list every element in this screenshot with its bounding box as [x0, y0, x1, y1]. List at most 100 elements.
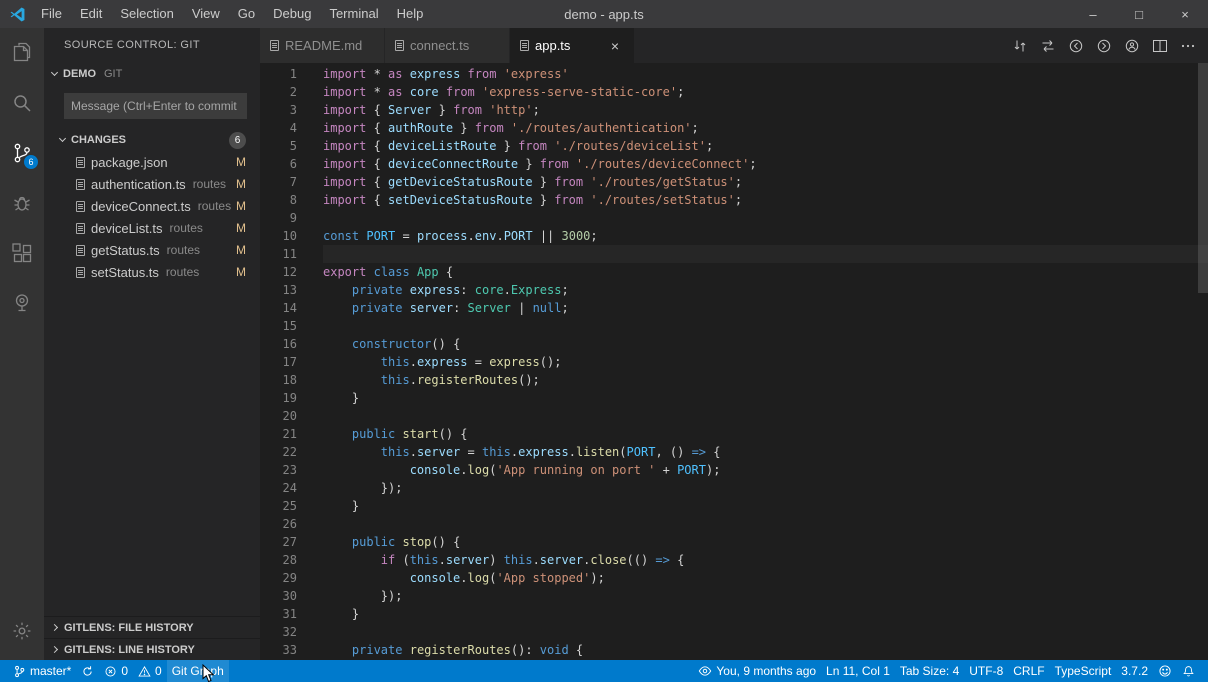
status-0[interactable]: 0: [99, 660, 133, 682]
status-sync[interactable]: [76, 660, 99, 682]
menu-go[interactable]: Go: [229, 0, 264, 28]
code-line-25[interactable]: }: [323, 497, 1208, 515]
chevron-down-icon: [51, 69, 58, 76]
status-git-graph[interactable]: Git Graph: [167, 660, 229, 682]
code-line-17[interactable]: this.express = express();: [323, 353, 1208, 371]
code-line-13[interactable]: private express: core.Express;: [323, 281, 1208, 299]
code-line-32[interactable]: [323, 623, 1208, 641]
code-line-27[interactable]: public stop() {: [323, 533, 1208, 551]
status-0[interactable]: 0: [133, 660, 167, 682]
status-label: UTF-8: [969, 664, 1003, 678]
status-master[interactable]: master*: [8, 660, 76, 682]
code-line-2[interactable]: import * as core from 'express-serve-sta…: [323, 83, 1208, 101]
status-ln-11-col-1[interactable]: Ln 11, Col 1: [821, 660, 895, 682]
code-line-31[interactable]: }: [323, 605, 1208, 623]
code-line-4[interactable]: import { authRoute } from './routes/auth…: [323, 119, 1208, 137]
status-3-7-2[interactable]: 3.7.2: [1116, 660, 1153, 682]
repo-section-header[interactable]: DEMO GIT: [44, 63, 260, 85]
chevron-right-icon: [51, 646, 58, 653]
activity-settings-gear[interactable]: [0, 606, 44, 656]
status-you-9-months-ago[interactable]: You, 9 months ago: [693, 660, 821, 682]
line-number: 19: [260, 389, 297, 407]
menu-help[interactable]: Help: [388, 0, 433, 28]
editor-scrollbar-thumb[interactable]: [1198, 63, 1208, 293]
code-line-19[interactable]: }: [323, 389, 1208, 407]
status-utf-8[interactable]: UTF-8: [964, 660, 1008, 682]
code-line-12[interactable]: export class App {: [323, 263, 1208, 281]
menu-file[interactable]: File: [32, 0, 71, 28]
code-line-30[interactable]: });: [323, 587, 1208, 605]
menu-debug[interactable]: Debug: [264, 0, 320, 28]
code-line-15[interactable]: [323, 317, 1208, 335]
code-line-28[interactable]: if (this.server) this.server.close(() =>…: [323, 551, 1208, 569]
activity-gitlens[interactable]: [0, 278, 44, 328]
code-line-7[interactable]: import { getDeviceStatusRoute } from './…: [323, 173, 1208, 191]
next-change-button[interactable]: [1090, 28, 1118, 63]
tab-app-ts[interactable]: app.ts×: [510, 28, 635, 63]
warning-icon: [138, 665, 151, 678]
commit-message-input[interactable]: [64, 93, 247, 119]
changes-section-header[interactable]: CHANGES 6: [44, 129, 260, 151]
status-bell[interactable]: [1177, 660, 1200, 682]
maximize-button[interactable]: □: [1116, 0, 1162, 28]
status-left: master*00Git Graph: [0, 660, 229, 682]
menu-selection[interactable]: Selection: [111, 0, 182, 28]
more-actions-button[interactable]: [1174, 28, 1202, 63]
gitlens-annotate-button[interactable]: [1118, 28, 1146, 63]
code-line-3[interactable]: import { Server } from 'http';: [323, 101, 1208, 119]
scm-status-badge: M: [236, 243, 246, 257]
code-line-14[interactable]: private server: Server | null;: [323, 299, 1208, 317]
tab-close-icon[interactable]: ×: [606, 37, 624, 55]
split-editor-button[interactable]: [1146, 28, 1174, 63]
code-line-11[interactable]: [323, 245, 1208, 263]
scm-file-getstatus-ts[interactable]: getStatus.tsroutesM: [44, 239, 260, 261]
scm-file-setstatus-ts[interactable]: setStatus.tsroutesM: [44, 261, 260, 283]
code-line-33[interactable]: private registerRoutes(): void {: [323, 641, 1208, 659]
status-label: Ln 11, Col 1: [826, 664, 890, 678]
code-line-24[interactable]: });: [323, 479, 1208, 497]
code-line-21[interactable]: public start() {: [323, 425, 1208, 443]
code-line-9[interactable]: [323, 209, 1208, 227]
code-line-20[interactable]: [323, 407, 1208, 425]
code-line-26[interactable]: [323, 515, 1208, 533]
activity-explorer[interactable]: [0, 28, 44, 78]
menu-view[interactable]: View: [183, 0, 229, 28]
git-compare-button[interactable]: [1006, 28, 1034, 63]
activity-source-control[interactable]: 6: [0, 128, 44, 178]
status-crlf[interactable]: CRLF: [1008, 660, 1049, 682]
open-changes-button[interactable]: [1034, 28, 1062, 63]
tab-readme-md[interactable]: README.md: [260, 28, 385, 63]
status-label: CRLF: [1013, 664, 1044, 678]
status-smiley[interactable]: [1153, 660, 1177, 682]
prev-change-button[interactable]: [1062, 28, 1090, 63]
code-line-29[interactable]: console.log('App stopped');: [323, 569, 1208, 587]
code-line-16[interactable]: constructor() {: [323, 335, 1208, 353]
code-line-22[interactable]: this.server = this.express.listen(PORT, …: [323, 443, 1208, 461]
scm-file-package-json[interactable]: package.jsonM: [44, 151, 260, 173]
code-editor[interactable]: 1234567891011121314151617181920212223242…: [260, 63, 1208, 660]
menu-edit[interactable]: Edit: [71, 0, 111, 28]
code-line-23[interactable]: console.log('App running on port ' + POR…: [323, 461, 1208, 479]
status-typescript[interactable]: TypeScript: [1050, 660, 1117, 682]
minimize-button[interactable]: –: [1070, 0, 1116, 28]
tab-connect-ts[interactable]: connect.ts: [385, 28, 510, 63]
menu-terminal[interactable]: Terminal: [320, 0, 387, 28]
status-tab-size-4[interactable]: Tab Size: 4: [895, 660, 964, 682]
code-line-18[interactable]: this.registerRoutes();: [323, 371, 1208, 389]
code-line-10[interactable]: const PORT = process.env.PORT || 3000;: [323, 227, 1208, 245]
tabs: README.mdconnect.tsapp.ts×: [260, 28, 635, 63]
code-line-6[interactable]: import { deviceConnectRoute } from './ro…: [323, 155, 1208, 173]
activity-extensions[interactable]: [0, 228, 44, 278]
panel-gitlens-file-history[interactable]: GITLENS: FILE HISTORY: [44, 616, 260, 638]
activity-debug[interactable]: [0, 178, 44, 228]
code-line-5[interactable]: import { deviceListRoute } from './route…: [323, 137, 1208, 155]
activity-search[interactable]: [0, 78, 44, 128]
panel-gitlens-line-history[interactable]: GITLENS: LINE HISTORY: [44, 638, 260, 660]
scm-file-authentication-ts[interactable]: authentication.tsroutesM: [44, 173, 260, 195]
line-number: 8: [260, 191, 297, 209]
scm-file-deviceconnect-ts[interactable]: deviceConnect.tsroutesM: [44, 195, 260, 217]
code-line-1[interactable]: import * as express from 'express': [323, 65, 1208, 83]
code-line-8[interactable]: import { setDeviceStatusRoute } from './…: [323, 191, 1208, 209]
close-button[interactable]: ×: [1162, 0, 1208, 28]
scm-file-devicelist-ts[interactable]: deviceList.tsroutesM: [44, 217, 260, 239]
